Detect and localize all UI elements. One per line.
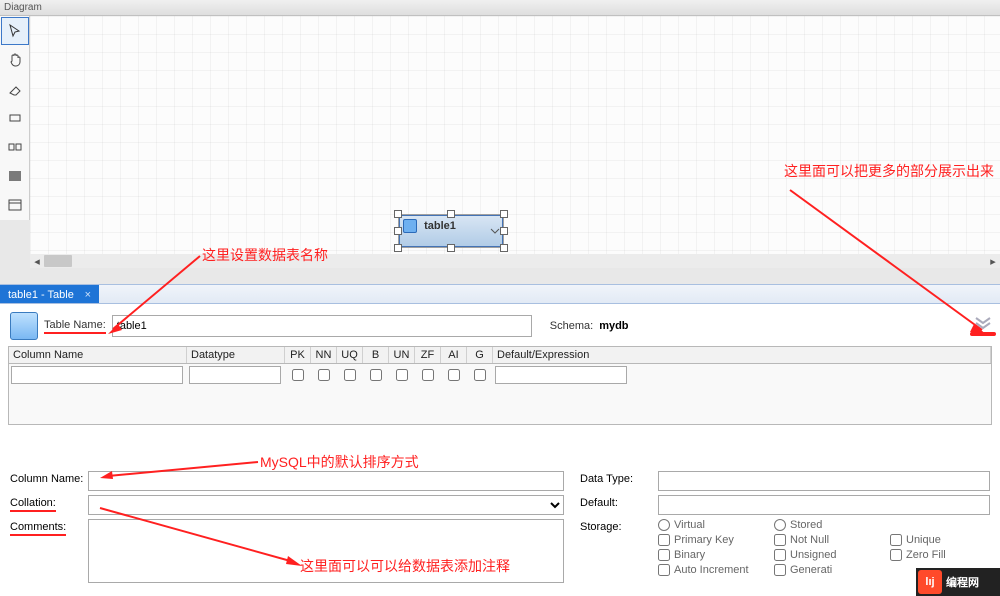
opt-auto-increment[interactable]: Auto Increment bbox=[658, 564, 768, 576]
header-pk: PK bbox=[285, 347, 311, 363]
header-datatype: Datatype bbox=[187, 347, 285, 363]
opt-unsigned[interactable]: Unsigned bbox=[774, 549, 884, 561]
hand-tool[interactable] bbox=[1, 46, 29, 74]
header-column-name: Column Name bbox=[9, 347, 187, 363]
column-detail-left: Column Name: Collation: Comments: bbox=[10, 467, 580, 590]
table-editor-icon bbox=[10, 312, 38, 340]
header-ai: AI bbox=[441, 347, 467, 363]
text-icon-tool[interactable] bbox=[1, 191, 29, 219]
detail-data-type-input[interactable] bbox=[658, 471, 990, 491]
columns-row[interactable] bbox=[9, 364, 991, 386]
col-uq-checkbox[interactable] bbox=[344, 369, 356, 381]
table-icon bbox=[403, 219, 417, 233]
layer-icon-tool[interactable] bbox=[1, 104, 29, 132]
diagram-canvas[interactable]: table1 ◂ ▸ bbox=[30, 16, 1000, 268]
annotation-underline bbox=[970, 332, 996, 336]
col-default-input[interactable] bbox=[495, 366, 627, 384]
detail-collation-select[interactable] bbox=[88, 495, 564, 515]
col-name-input[interactable] bbox=[11, 366, 183, 384]
expand-panel-icon[interactable] bbox=[972, 310, 994, 332]
resize-handle[interactable] bbox=[500, 227, 508, 235]
header-uq: UQ bbox=[337, 347, 363, 363]
resize-handle[interactable] bbox=[394, 210, 402, 218]
detail-comments-label: Comments: bbox=[10, 521, 66, 536]
schema-label: Schema: bbox=[550, 320, 593, 332]
header-zf: ZF bbox=[415, 347, 441, 363]
detail-column-name-input[interactable] bbox=[88, 471, 564, 491]
resize-handle[interactable] bbox=[394, 244, 402, 252]
resize-handle[interactable] bbox=[500, 210, 508, 218]
header-nn: NN bbox=[311, 347, 337, 363]
detail-collation-label: Collation: bbox=[10, 497, 56, 512]
chevron-down-icon[interactable] bbox=[490, 226, 500, 236]
watermark-icon: lıj bbox=[918, 570, 942, 594]
image-icon-tool[interactable] bbox=[1, 162, 29, 190]
detail-comments-input[interactable] bbox=[88, 519, 564, 583]
opt-not-null[interactable]: Not Null bbox=[774, 534, 884, 546]
table-name-label: Table Name: bbox=[44, 319, 106, 334]
storage-stored-radio[interactable]: Stored bbox=[774, 519, 884, 531]
arrow-tool[interactable] bbox=[1, 17, 29, 45]
detail-storage-label: Storage: bbox=[580, 519, 658, 533]
columns-grid[interactable]: Column Name Datatype PK NN UQ B UN ZF AI… bbox=[8, 346, 992, 425]
header-g: G bbox=[467, 347, 493, 363]
schema-value: mydb bbox=[599, 320, 628, 332]
col-datatype-input[interactable] bbox=[189, 366, 281, 384]
panel-title: Diagram bbox=[0, 0, 1000, 16]
header-un: UN bbox=[389, 347, 415, 363]
storage-virtual-radio[interactable]: Virtual bbox=[658, 519, 768, 531]
horizontal-scrollbar[interactable]: ◂ ▸ bbox=[30, 254, 1000, 268]
col-un-checkbox[interactable] bbox=[396, 369, 408, 381]
resize-handle[interactable] bbox=[500, 244, 508, 252]
detail-default-input[interactable] bbox=[658, 495, 990, 515]
watermark-text: 编程网 bbox=[946, 574, 979, 590]
opt-primary-key[interactable]: Primary Key bbox=[658, 534, 768, 546]
table-shape-label: table1 bbox=[424, 220, 456, 232]
opt-unique[interactable]: Unique bbox=[890, 534, 990, 546]
nn-icon-tool[interactable] bbox=[1, 133, 29, 161]
scroll-thumb[interactable] bbox=[44, 255, 72, 267]
opt-zero-fill[interactable]: Zero Fill bbox=[890, 549, 990, 561]
table-name-input[interactable] bbox=[112, 315, 532, 337]
col-g-checkbox[interactable] bbox=[474, 369, 486, 381]
editor-tab-bar: table1 - Table × bbox=[0, 284, 1000, 304]
scroll-right-icon[interactable]: ▸ bbox=[986, 254, 1000, 268]
opt-generated[interactable]: Generati bbox=[774, 564, 884, 576]
table-editor: Table Name: Schema: mydb Column Name Dat… bbox=[0, 304, 1000, 596]
opt-binary[interactable]: Binary bbox=[658, 549, 768, 561]
resize-handle[interactable] bbox=[447, 244, 455, 252]
col-b-checkbox[interactable] bbox=[370, 369, 382, 381]
close-icon[interactable]: × bbox=[85, 285, 91, 305]
col-nn-checkbox[interactable] bbox=[318, 369, 330, 381]
canvas-grid bbox=[30, 16, 1000, 268]
detail-column-name-label: Column Name: bbox=[10, 471, 88, 485]
scroll-left-icon[interactable]: ◂ bbox=[30, 254, 44, 268]
detail-data-type-label: Data Type: bbox=[580, 471, 658, 485]
table-shape[interactable]: table1 bbox=[398, 214, 504, 248]
col-zf-checkbox[interactable] bbox=[422, 369, 434, 381]
header-default: Default/Expression bbox=[493, 347, 991, 363]
resize-handle[interactable] bbox=[447, 210, 455, 218]
col-ai-checkbox[interactable] bbox=[448, 369, 460, 381]
editor-tab-label: table1 - Table bbox=[8, 289, 74, 301]
eraser-tool[interactable] bbox=[1, 75, 29, 103]
diagram-toolbar bbox=[0, 16, 30, 220]
detail-default-label: Default: bbox=[580, 495, 658, 509]
resize-handle[interactable] bbox=[394, 227, 402, 235]
editor-tab[interactable]: table1 - Table × bbox=[0, 285, 99, 303]
col-pk-checkbox[interactable] bbox=[292, 369, 304, 381]
watermark: lıj 编程网 bbox=[916, 568, 1000, 596]
header-b: B bbox=[363, 347, 389, 363]
columns-header: Column Name Datatype PK NN UQ B UN ZF AI… bbox=[9, 347, 991, 364]
